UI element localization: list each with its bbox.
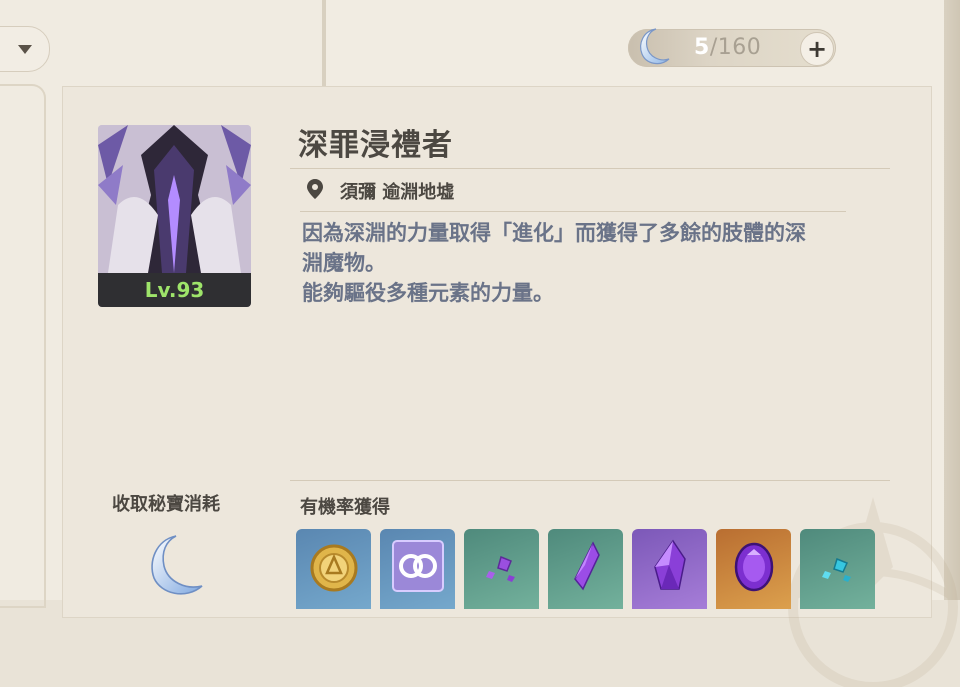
- turquoise-sliver-icon: [821, 557, 851, 582]
- location-pin-icon: [307, 179, 323, 199]
- enemy-level: Lv.93: [98, 273, 251, 307]
- drop-item[interactable]: [380, 529, 455, 609]
- drops-label: 有機率獲得: [300, 497, 390, 518]
- companionship-exp-icon: [391, 540, 444, 592]
- plus-icon: +: [806, 35, 828, 63]
- amethyst-sliver-icon: [485, 555, 515, 582]
- location-divider: [300, 211, 846, 212]
- drop-item[interactable]: [716, 529, 791, 609]
- left-panel-frame: [0, 84, 46, 608]
- amethyst-fragment-icon: [573, 541, 600, 591]
- enemy-description: 因為深淵的力量取得「進化」而獲得了多餘的肢體的深 淵魔物。 能夠驅役多種元素的力…: [302, 218, 882, 308]
- cost-label: 收取秘寶消耗: [112, 494, 220, 515]
- mora-coin-icon: [310, 544, 357, 592]
- chevron-down-icon: [18, 44, 32, 54]
- enemy-name: 深罪浸禮者: [298, 128, 453, 163]
- amethyst-gemstone-icon: [734, 542, 773, 592]
- resin-counter: 5/160 +: [628, 28, 836, 67]
- drops-divider: [290, 480, 890, 481]
- drop-item[interactable]: [632, 529, 707, 609]
- resin-total: /160: [709, 35, 762, 60]
- dropdown-button[interactable]: [0, 26, 50, 72]
- resin-amount: 5/160: [694, 35, 761, 60]
- drop-item[interactable]: [464, 529, 539, 609]
- amethyst-chunk-icon: [653, 539, 686, 590]
- description-line: 淵魔物。: [302, 251, 386, 275]
- enemy-location: 須彌 逾淵地墟: [340, 182, 455, 203]
- title-divider: [290, 168, 890, 169]
- drop-item[interactable]: [800, 529, 875, 609]
- resin-current: 5: [694, 35, 710, 60]
- description-line: 能夠驅役多種元素的力量。: [302, 281, 554, 305]
- description-line: 因為深淵的力量取得「進化」而獲得了多餘的肢體的深: [302, 221, 806, 245]
- enemy-portrait: Lv.93: [98, 125, 251, 307]
- add-resin-button[interactable]: +: [800, 32, 834, 66]
- moon-resin-icon: [640, 28, 670, 65]
- drop-list: [296, 529, 875, 609]
- moon-resin-icon: [151, 535, 203, 595]
- abyss-herald-portrait-icon: [98, 125, 251, 273]
- drop-item[interactable]: [548, 529, 623, 609]
- drop-item[interactable]: [296, 529, 371, 609]
